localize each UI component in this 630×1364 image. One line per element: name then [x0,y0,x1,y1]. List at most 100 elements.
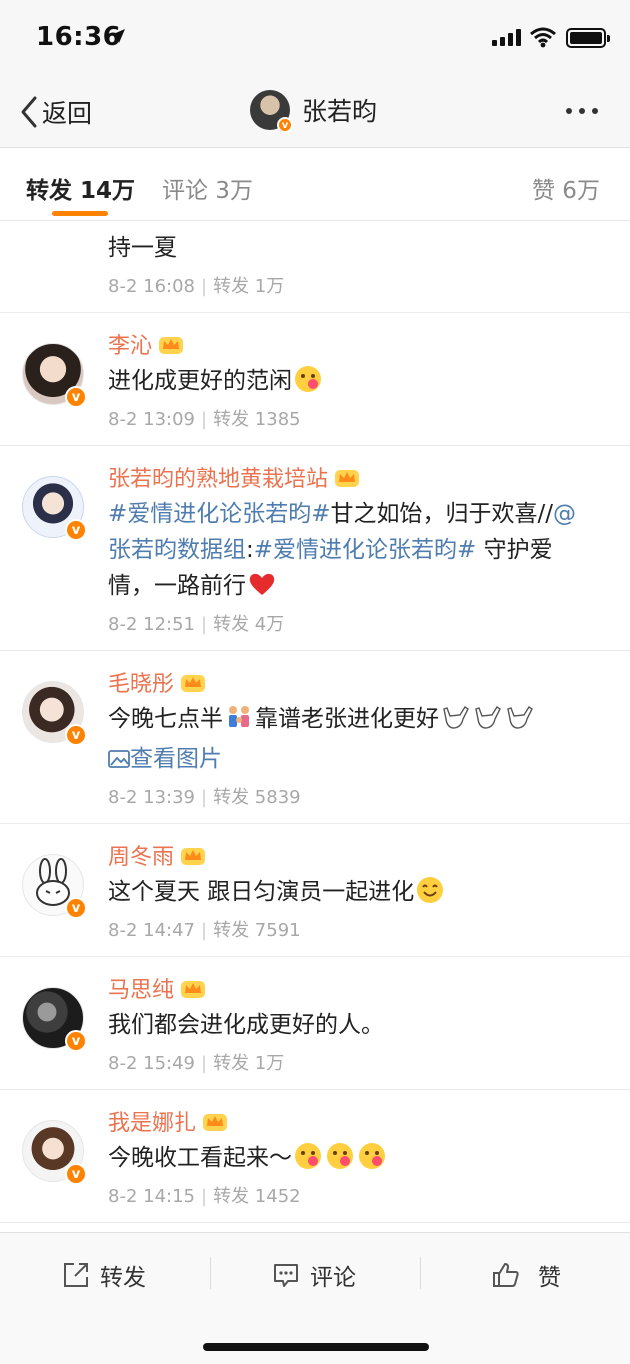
repost-count: 转发 5839 [213,787,301,808]
user-name[interactable]: 毛晓彤 [108,666,174,698]
avatar[interactable]: v [22,343,87,408]
post-meta: 8-2 14:15 | 转发 1452 [108,1186,301,1207]
verified-badge-icon: v [65,724,87,746]
topic-link[interactable]: #爱情进化论张若昀# [108,501,331,527]
tab-repost[interactable]: 转发 14万 [26,171,135,205]
post-meta: 8-2 16:08 | 转发 1万 [108,276,285,297]
repost-count: 转发 1万 [213,1053,285,1074]
list-item[interactable]: 持一夏 8-2 16:08 | 转发 1万 [0,230,630,313]
avatar[interactable]: v [22,476,87,541]
topic-link[interactable]: #爱情进化论张若昀# [254,537,477,563]
hang-loose-hand-icon [507,706,533,729]
divider [420,1257,421,1289]
like-button[interactable]: 赞 [492,1255,561,1295]
post-text-row: 今晚七点半 靠谱老张进化更好 [108,701,596,737]
repost-count: 转发 1452 [213,1186,301,1207]
thumbs-up-icon [493,1263,519,1287]
post-text-row: 今晚收工看起来～ [108,1140,596,1176]
post-time: 8-2 13:39 [108,787,195,808]
avatar[interactable]: v [22,681,87,746]
verified-badge-icon: v [65,1030,87,1052]
post-text: 今晚收工看起来～ [108,1145,292,1171]
user-name[interactable]: 我是娜扎 [108,1105,196,1137]
avatar[interactable]: v [250,90,293,133]
tab-like[interactable]: 赞 6万 [532,171,600,205]
hang-loose-hand-icon [475,706,501,729]
hungry-emoji-icon [327,1143,353,1169]
user-name[interactable]: 张若昀的熟地黄栽培站 [108,461,328,493]
repost-count: 转发 1385 [213,409,301,430]
repost-label: 转发 [100,1265,146,1291]
post-time: 8-2 13:09 [108,409,195,430]
tab-comment[interactable]: 评论 3万 [162,171,253,205]
repost-count: 转发 7591 [213,920,301,941]
profile-header[interactable]: v 张若昀 [250,90,378,133]
status-time: 16:36 [36,22,122,52]
verified-badge-icon: v [65,386,87,408]
post-text: 持一夏 [108,235,177,261]
user-name[interactable]: 李沁 [108,328,152,360]
user-name[interactable]: 周冬雨 [108,839,174,871]
view-image-link[interactable]: 查看图片 [108,741,596,777]
crown-icon [181,981,206,998]
more-options-icon[interactable] [566,108,598,114]
battery-icon [566,28,610,48]
verified-badge-icon: v [65,897,87,919]
post-text-segment: : [246,537,254,563]
verified-badge-icon: v [277,117,293,133]
comment-label: 评论 [310,1265,356,1291]
wifi-icon [530,27,556,48]
list-item[interactable]: v 周冬雨 这个夏天 跟日匀演员一起进化 8-2 14:47 | 转发 7591 [0,840,630,957]
post-meta: 8-2 13:39 | 转发 5839 [108,787,301,808]
post-text: 这个夏天 跟日匀演员一起进化 [108,879,415,905]
user-name[interactable]: 马思纯 [108,972,174,1004]
back-button[interactable]: 返回 [20,94,92,130]
post-time: 8-2 14:15 [108,1186,195,1207]
list-item[interactable]: v 李沁 进化成更好的范闲 8-2 13:09 | 转发 1385 [0,329,630,446]
comment-icon [274,1264,298,1287]
like-label: 赞 [538,1265,561,1291]
page-title: 张若昀 [302,97,378,126]
location-arrow-icon [111,29,125,43]
avatar[interactable]: v [22,1120,87,1185]
smile-emoji-icon [417,877,444,903]
cellular-signal-icon [492,28,521,46]
image-icon [108,750,130,768]
repost-button[interactable]: 转发 [62,1255,146,1295]
list-item[interactable]: v 我是娜扎 今晚收工看起来～ 8-2 14:15 | 转发 1452 [0,1106,630,1223]
post-text-segment: 甘之如饴，归于欢喜// [330,501,554,527]
post-meta: 8-2 13:09 | 转发 1385 [108,409,301,430]
post-time: 8-2 16:08 [108,276,195,297]
comment-button[interactable]: 评论 [272,1255,356,1295]
post-text: 进化成更好的范闲 [108,368,292,394]
share-icon [64,1263,88,1287]
post-time: 8-2 14:47 [108,920,195,941]
post-text-row: 这个夏天 跟日匀演员一起进化 [108,874,596,910]
verified-badge-icon: v [65,1163,87,1185]
crown-icon [203,1114,228,1131]
chevron-left-icon [21,96,37,128]
post-time: 8-2 12:51 [108,614,195,635]
list-item[interactable]: v 张若昀的熟地黄栽培站 #爱情进化论张若昀#甘之如饴，归于欢喜//@张若昀数据… [0,462,630,651]
tab-bar: 转发 14万 评论 3万 赞 6万 [0,149,630,221]
post-meta: 8-2 14:47 | 转发 7591 [108,920,301,941]
repost-list[interactable]: 持一夏 8-2 16:08 | 转发 1万 v 李沁 进化成更好的范闲 8-2 13… [0,222,630,1232]
heart-icon [249,573,275,595]
crown-icon [159,337,184,354]
repost-count: 转发 4万 [213,614,285,635]
active-tab-indicator [52,211,108,216]
avatar[interactable]: v [22,987,87,1052]
list-item[interactable]: v 毛晓彤 今晚七点半 靠谱老张进化更好 查看图片 8-2 13:39 | 转发 58… [0,667,630,824]
post-text: #爱情进化论张若昀#甘之如饴，归于欢喜//@张若昀数据组:#爱情进化论张若昀# … [108,496,596,604]
family-emoji-icon [229,706,249,727]
hungry-emoji-icon [295,366,321,392]
verified-badge-icon: v [65,519,87,541]
post-text-segment: 靠谱老张进化更好 [255,706,439,732]
hang-loose-hand-icon [443,706,469,729]
post-meta: 8-2 15:49 | 转发 1万 [108,1053,285,1074]
post-time: 8-2 15:49 [108,1053,195,1074]
divider [210,1257,211,1289]
list-item[interactable]: v 马思纯 我们都会进化成更好的人。 8-2 15:49 | 转发 1万 [0,973,630,1090]
avatar[interactable]: v [22,854,87,919]
home-indicator[interactable] [203,1343,429,1351]
